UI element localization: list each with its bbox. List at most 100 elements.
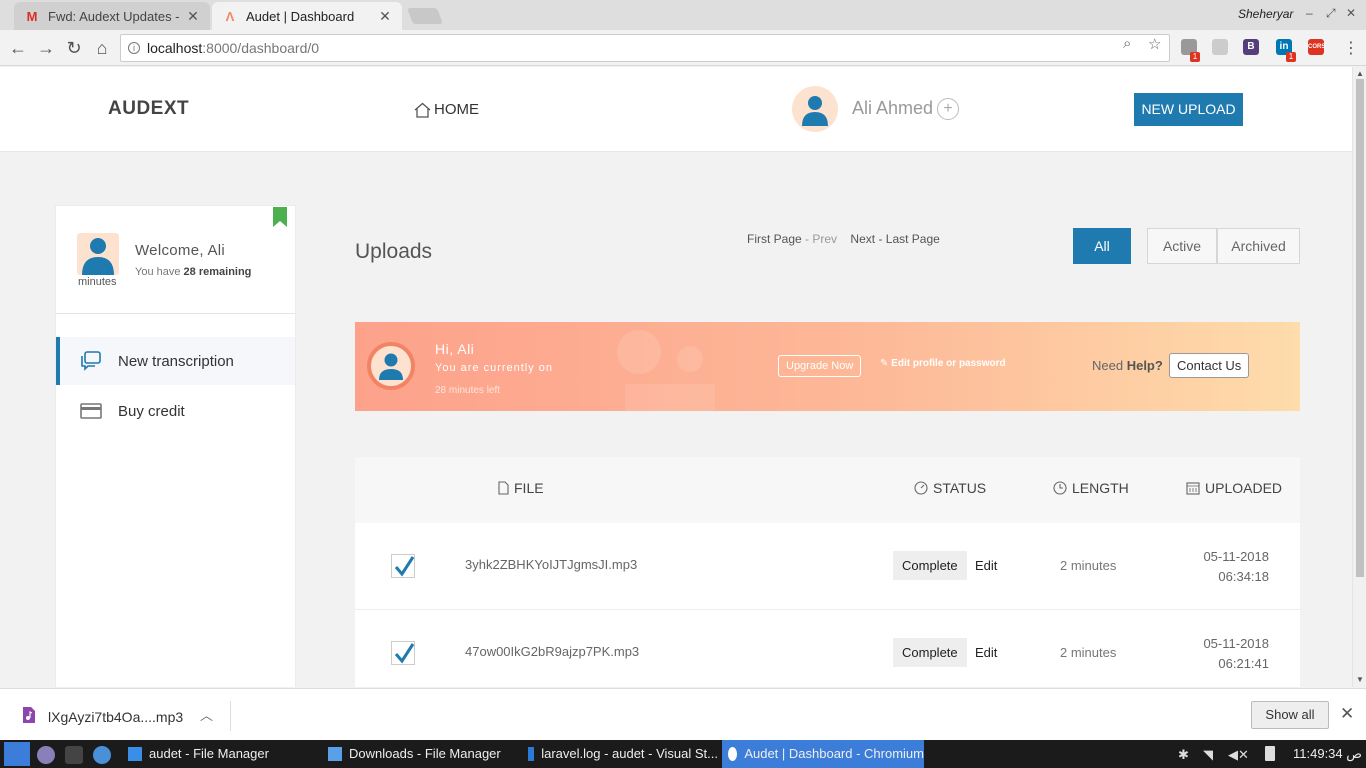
battery-icon[interactable] [1265, 746, 1275, 761]
tab-dashboard[interactable]: Λ Audet | Dashboard ✕ [212, 2, 402, 30]
close-icon[interactable]: ✕ [378, 8, 392, 25]
user-icon [802, 96, 828, 126]
terminal-icon[interactable] [65, 746, 83, 764]
volume-icon[interactable]: ◀✕ [1228, 747, 1249, 763]
pencil-icon: ✎ [880, 358, 889, 369]
scroll-thumb[interactable] [1356, 79, 1364, 577]
info-icon[interactable]: i [128, 42, 140, 54]
avatar[interactable] [792, 86, 838, 132]
cors-icon[interactable]: CORS [1308, 39, 1325, 55]
tab-title: Audet | Dashboard [246, 8, 355, 24]
new-upload-button[interactable]: NEW UPLOAD [1134, 93, 1243, 126]
screenshot-icon[interactable] [37, 746, 55, 764]
page: AUDEXT HOME Ali Ahmed + NEW UPLOAD minut… [0, 67, 1352, 687]
avatar [77, 233, 119, 275]
audet-icon: Λ [225, 8, 235, 24]
zoom-icon[interactable]: ⌕ [1123, 35, 1131, 52]
pagination: First Page - Prev Next - Last Page [747, 232, 940, 246]
filter-all-button[interactable]: All [1073, 228, 1131, 264]
edit-profile-link[interactable]: ✎ Edit profile or password [880, 358, 1006, 369]
filter-archived-button[interactable]: Archived [1217, 228, 1300, 264]
chevron-up-icon[interactable]: ︿ [200, 705, 213, 724]
home-link[interactable]: HOME [414, 101, 479, 118]
header-uploaded[interactable]: UPLOADED [1186, 480, 1282, 496]
wifi-icon[interactable]: ◥ [1203, 747, 1213, 763]
minutes-label: minutes [78, 276, 117, 288]
taskbar-label: Downloads - File Manager [349, 746, 501, 761]
close-icon[interactable]: ✕ [1340, 704, 1354, 724]
next-page-link[interactable]: Next [850, 232, 875, 246]
pager-separator: - [878, 232, 883, 246]
need-help-text: Need Help? [1092, 358, 1163, 373]
menu-icon[interactable]: ⋮ [1343, 38, 1359, 58]
header-label: FILE [514, 480, 544, 496]
header-file[interactable]: FILE [498, 480, 544, 496]
file-name[interactable]: 47ow00IkG2bR9ajzp7PK.mp3 [465, 644, 639, 659]
forward-icon[interactable]: → [34, 36, 58, 60]
user-name[interactable]: Ali Ahmed [852, 98, 933, 119]
check-icon [394, 556, 415, 577]
page-scrollbar[interactable]: ▲ ▼ [1352, 67, 1366, 687]
account-banner: Hi, Ali You are currently on 28 minutes … [355, 322, 1300, 411]
scroll-down-icon[interactable]: ▼ [1356, 675, 1364, 684]
file-name[interactable]: 3yhk2ZBHKYoIJTJgmsJI.mp3 [465, 557, 637, 572]
decoration [617, 330, 661, 374]
close-window-icon[interactable]: ✕ [1346, 6, 1356, 20]
new-tab-button[interactable] [407, 8, 443, 24]
row-checkbox[interactable] [391, 641, 415, 665]
chromium-icon [728, 747, 738, 761]
edit-link[interactable]: Edit [975, 558, 997, 573]
minimize-icon[interactable]: – [1306, 6, 1313, 20]
browser-icon[interactable] [93, 746, 111, 764]
edit-link[interactable]: Edit [975, 645, 997, 660]
taskbar-item-vscode[interactable]: laravel.log - audet - Visual St... [522, 740, 718, 768]
bootstrap-icon[interactable]: B [1243, 39, 1259, 55]
last-page-link[interactable]: Last Page [886, 232, 940, 246]
vscode-icon [528, 747, 535, 761]
sidebar-item-label: Buy credit [118, 402, 185, 420]
home-icon[interactable]: ⌂ [90, 36, 114, 60]
taskbar-item-file-manager[interactable]: audet - File Manager [122, 740, 318, 768]
sidebar-item-buy-credit[interactable]: Buy credit [56, 387, 295, 435]
contact-us-button[interactable]: Contact Us [1169, 353, 1250, 378]
taskbar-item-chromium[interactable]: Audet | Dashboard - Chromium [722, 740, 924, 768]
sidebar-item-new-transcription[interactable]: New transcription [56, 337, 295, 385]
restore-icon[interactable]: ⤢ [1326, 6, 1336, 21]
header-length[interactable]: LENGTH [1053, 480, 1129, 496]
tab-gmail[interactable]: M Fwd: Audext Updates - ✕ [14, 2, 210, 30]
taskbar-label: Audet | Dashboard - Chromium [744, 746, 924, 761]
star-icon[interactable]: ☆ [1148, 35, 1161, 53]
show-all-button[interactable]: Show all [1251, 701, 1329, 729]
scroll-up-icon[interactable]: ▲ [1356, 69, 1364, 78]
divider [230, 701, 231, 731]
calendar-icon [1186, 482, 1200, 495]
prev-page-link[interactable]: Prev [812, 232, 837, 246]
url-host: localhost [147, 40, 203, 56]
back-icon[interactable]: ← [6, 36, 30, 60]
reload-icon[interactable]: ↻ [62, 36, 86, 60]
taskbar-item-downloads[interactable]: Downloads - File Manager [322, 740, 518, 768]
header-status[interactable]: STATUS [914, 480, 986, 496]
close-icon[interactable]: ✕ [186, 8, 200, 25]
clock[interactable]: 11:49:34 ص [1293, 746, 1362, 762]
dev-icon[interactable] [1212, 39, 1228, 55]
download-item[interactable]: lXgAyzi7tb4Oa....mp3 [48, 709, 183, 725]
filter-active-button[interactable]: Active [1147, 228, 1217, 264]
first-page-link[interactable]: First Page [747, 232, 802, 246]
start-menu-icon[interactable] [4, 742, 30, 766]
brand-logo[interactable]: AUDEXT [108, 98, 189, 120]
taskbar-label: laravel.log - audet - Visual St... [541, 746, 718, 761]
upgrade-now-button[interactable]: Upgrade Now [778, 355, 862, 377]
bluetooth-icon[interactable]: ✱ [1178, 747, 1189, 763]
home-label: HOME [434, 101, 479, 118]
length-value: 2 minutes [1060, 558, 1117, 573]
remaining-text: You have 28 remaining [135, 266, 251, 278]
table-row: 3yhk2ZBHKYoIJTJgmsJI.mp3 Complete Edit 2… [355, 523, 1300, 610]
add-icon[interactable]: + [937, 98, 959, 120]
address-bar[interactable]: i localhost:8000/dashboard/0 [120, 34, 1170, 62]
profile-name[interactable]: Sheheryar [1238, 7, 1293, 21]
badge: 1 [1286, 52, 1296, 62]
uploaded-value: 05-11-2018 06:34:18 [1195, 547, 1269, 587]
row-checkbox[interactable] [391, 554, 415, 578]
clock-icon [1053, 481, 1067, 495]
